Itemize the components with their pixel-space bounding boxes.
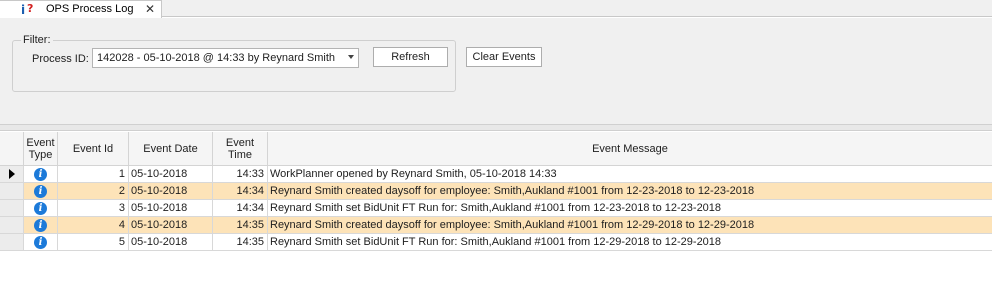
event-date-cell: 05-10-2018 bbox=[129, 217, 213, 234]
event-message-cell: Reynard Smith set BidUnit FT Run for: Sm… bbox=[268, 200, 992, 217]
filter-group-title: Filter: bbox=[21, 34, 53, 46]
process-id-value: 142028 - 05-10-2018 @ 14:33 by Reynard S… bbox=[97, 52, 336, 64]
table-row[interactable]: i 4 05-10-2018 14:35 Reynard Smith creat… bbox=[0, 217, 992, 234]
event-id-cell: 2 bbox=[58, 183, 129, 200]
event-date-cell: 05-10-2018 bbox=[129, 166, 213, 183]
event-id-cell: 3 bbox=[58, 200, 129, 217]
tab-ops-process-log[interactable]: i ? OPS Process Log ✕ bbox=[0, 0, 162, 18]
column-header-event-message[interactable]: Event Message bbox=[268, 132, 992, 166]
tab-title: OPS Process Log bbox=[46, 3, 134, 15]
event-type-cell: i bbox=[24, 200, 58, 217]
event-message-cell: Reynard Smith created daysoff for employ… bbox=[268, 183, 992, 200]
event-type-cell: i bbox=[24, 234, 58, 251]
row-indicator[interactable] bbox=[0, 166, 24, 183]
info-icon: i bbox=[34, 167, 47, 181]
table-row[interactable]: i 1 05-10-2018 14:33 WorkPlanner opened … bbox=[0, 166, 992, 183]
event-id-cell: 1 bbox=[58, 166, 129, 183]
event-id-cell: 5 bbox=[58, 234, 129, 251]
event-id-cell: 4 bbox=[58, 217, 129, 234]
svg-text:?: ? bbox=[27, 2, 33, 15]
event-time-cell: 14:35 bbox=[213, 217, 268, 234]
close-icon[interactable]: ✕ bbox=[145, 2, 155, 16]
row-indicator[interactable] bbox=[0, 183, 24, 200]
column-header-event-date[interactable]: Event Date bbox=[129, 132, 213, 166]
row-indicator[interactable] bbox=[0, 200, 24, 217]
info-icon: i bbox=[34, 201, 47, 215]
table-row[interactable]: i 3 05-10-2018 14:34 Reynard Smith set B… bbox=[0, 200, 992, 217]
event-date-cell: 05-10-2018 bbox=[129, 183, 213, 200]
event-time-cell: 14:34 bbox=[213, 200, 268, 217]
event-type-cell: i bbox=[24, 166, 58, 183]
process-id-dropdown[interactable]: 142028 - 05-10-2018 @ 14:33 by Reynard S… bbox=[92, 48, 359, 68]
row-indicator[interactable] bbox=[0, 234, 24, 251]
event-date-cell: 05-10-2018 bbox=[129, 200, 213, 217]
refresh-button[interactable]: Refresh bbox=[373, 47, 448, 67]
chevron-down-icon[interactable] bbox=[348, 55, 354, 59]
row-indicator-header bbox=[0, 132, 24, 166]
info-icon: i bbox=[34, 235, 47, 249]
clear-events-button[interactable]: Clear Events bbox=[466, 47, 542, 67]
table-row[interactable]: i 2 05-10-2018 14:34 Reynard Smith creat… bbox=[0, 183, 992, 200]
event-time-cell: 14:35 bbox=[213, 234, 268, 251]
grid-top-border bbox=[0, 125, 992, 131]
column-header-event-type[interactable]: Event Type bbox=[24, 132, 58, 166]
row-indicator[interactable] bbox=[0, 217, 24, 234]
event-time-cell: 14:33 bbox=[213, 166, 268, 183]
table-row[interactable]: i 5 05-10-2018 14:35 Reynard Smith set B… bbox=[0, 234, 992, 251]
column-header-event-time[interactable]: Event Time bbox=[213, 132, 268, 166]
column-header-event-id[interactable]: Event Id bbox=[58, 132, 129, 166]
document-tab-strip: i ? OPS Process Log ✕ bbox=[0, 0, 992, 18]
event-type-cell: i bbox=[24, 183, 58, 200]
event-date-cell: 05-10-2018 bbox=[129, 234, 213, 251]
info-icon: i bbox=[34, 184, 47, 198]
event-message-cell: Reynard Smith created daysoff for employ… bbox=[268, 217, 992, 234]
row-pointer-icon bbox=[8, 169, 15, 179]
info-icon: i bbox=[34, 218, 47, 232]
info-question-icon: i ? bbox=[21, 2, 33, 16]
event-type-cell: i bbox=[24, 217, 58, 234]
event-message-cell: Reynard Smith set BidUnit FT Run for: Sm… bbox=[268, 234, 992, 251]
svg-text:i: i bbox=[21, 3, 25, 16]
event-time-cell: 14:34 bbox=[213, 183, 268, 200]
process-id-label: Process ID: bbox=[32, 53, 89, 65]
event-message-cell: WorkPlanner opened by Reynard Smith, 05-… bbox=[268, 166, 992, 183]
